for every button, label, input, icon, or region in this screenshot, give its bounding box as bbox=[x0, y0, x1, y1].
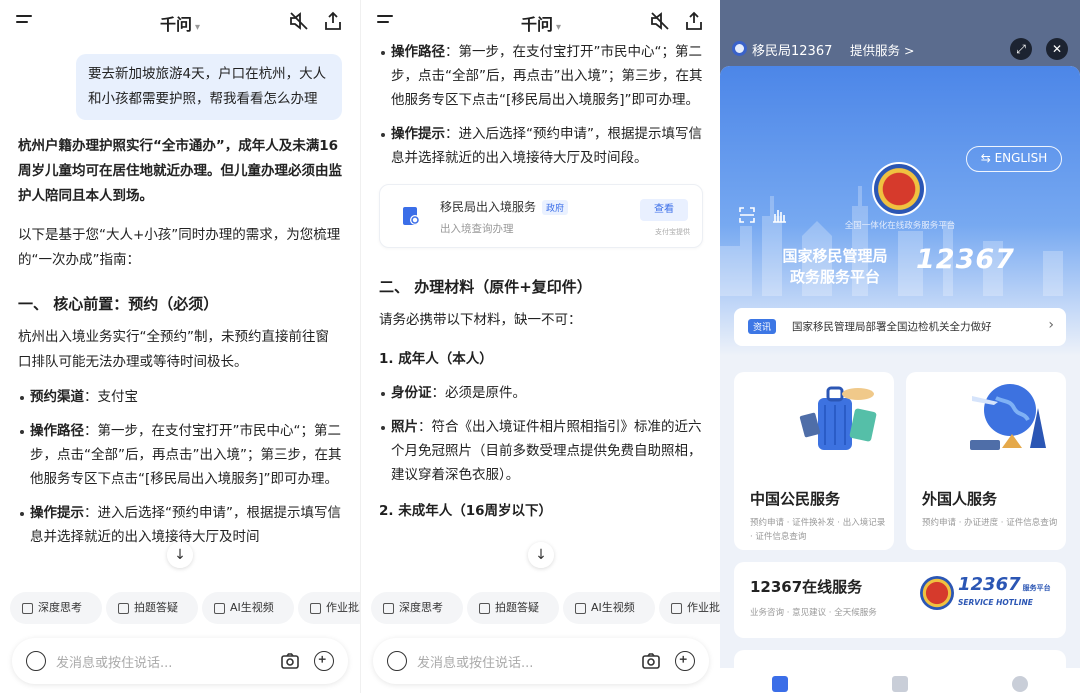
section-heading: 一、 核心前置：预约（必须） bbox=[18, 295, 219, 313]
list-item: 操作提示：进入后选择“预约申请”，根据提示填写信息并选择就近的出入境接待大厅及时… bbox=[361, 122, 720, 170]
foreigner-service-card[interactable]: 外国人服务 预约申请 · 办证进度 · 证件信息查询 bbox=[906, 372, 1066, 550]
chip-homework[interactable]: 作业批改 bbox=[659, 592, 720, 624]
citizen-service-card[interactable]: 中国公民服务 预约申请 · 证件换补发 · 出入境记录 · 证件信息查询 bbox=[734, 372, 894, 550]
hotline-emblem bbox=[920, 576, 954, 610]
sub-heading: 2. 未成年人（16周岁以下） bbox=[379, 503, 553, 519]
section-text: 杭州出入境业务实行“全预约”制，未预约直接前往窗口排队可能无法办理或等待时间极长… bbox=[18, 329, 329, 370]
mini-program-panel: 移民局12367 提供服务 > ⤢ ✕ ⇆ ENGLISH 全国一体化在线政务服… bbox=[720, 0, 1080, 693]
service-card[interactable]: 移民局出入境服务 政府 出入境查询办理 查看 支付宝提供 bbox=[379, 184, 703, 248]
document-icon bbox=[403, 207, 420, 225]
think-icon bbox=[22, 603, 33, 614]
list-item: 身份证：必须是原件。 bbox=[361, 381, 720, 405]
homework-icon bbox=[310, 603, 321, 614]
list-item: 照片：符合《出入境证件相片照相指引》标准的近六个月免冠照片（目前多数受理点提供免… bbox=[361, 415, 720, 487]
luggage-illustration bbox=[799, 386, 877, 450]
chip-photo-question[interactable]: 拍题答疑 bbox=[467, 592, 559, 624]
think-icon bbox=[383, 603, 394, 614]
chip-deep-think[interactable]: 深度思考 bbox=[10, 592, 102, 624]
plus-icon[interactable] bbox=[314, 651, 334, 671]
online-service-card[interactable]: 12367在线服务 业务咨询 · 意见建议 · 全天候服务 12367 服务平台 … bbox=[734, 562, 1066, 638]
video-icon bbox=[575, 603, 586, 614]
chat-scroll[interactable]: 操作路径：第一步，在支付宝打开”市民中心“；第二步，点击“全部”后，再点击”出入… bbox=[361, 36, 720, 584]
hotline-badge-sub: SERVICE HOTLINE bbox=[958, 598, 1033, 607]
list-item: 操作路径：第一步，在支付宝打开”市民中心“；第二步，点击“全部”后，再点击”出入… bbox=[0, 419, 360, 491]
voice-icon[interactable] bbox=[387, 651, 407, 671]
profile-icon[interactable] bbox=[1012, 676, 1028, 692]
card-title: 中国公民服务 bbox=[750, 490, 841, 508]
bottom-nav bbox=[720, 668, 1080, 693]
news-text: 国家移民管理局部署全国边检机关全力做好 bbox=[792, 321, 992, 333]
home-icon[interactable] bbox=[772, 676, 788, 692]
answer-intro-2: 以下是基于您“大人+小孩”同时办理的需求，为您梳理的“一次办成”指南： bbox=[18, 227, 341, 268]
chip-photo-question[interactable]: 拍题答疑 bbox=[106, 592, 198, 624]
hand-icon[interactable] bbox=[770, 206, 788, 224]
expand-icon[interactable]: ⤢ bbox=[1010, 38, 1032, 60]
provide-service-link[interactable]: 提供服务 > bbox=[850, 40, 914, 59]
arrow-down-icon[interactable]: ↓ bbox=[528, 542, 554, 568]
share-icon[interactable] bbox=[322, 10, 344, 32]
arrow-down-icon[interactable]: ↓ bbox=[167, 542, 193, 568]
hotline-badge: 12367 服务平台 bbox=[958, 574, 1051, 595]
provider-label: 支付宝提供 bbox=[655, 228, 690, 236]
emblem-logo bbox=[872, 162, 926, 216]
chip-ai-video[interactable]: AI生视频 bbox=[202, 592, 294, 624]
card-desc: 业务咨询 · 意见建议 · 全天候服务 bbox=[750, 608, 877, 618]
chevron-right-icon: › bbox=[1048, 317, 1054, 333]
homework-icon bbox=[671, 603, 682, 614]
sub-heading: 1. 成年人（本人） bbox=[379, 351, 493, 367]
answer-intro: 杭州户籍办理护照实行“全市通办”，成年人及未满16周岁儿童均可在居住地就近办理。… bbox=[18, 138, 342, 204]
card-desc: 预约申请 · 证件换补发 · 出入境记录 · 证件信息查询 bbox=[750, 518, 886, 542]
list-item: 操作路径：第一步，在支付宝打开”市民中心“；第二步，点击“全部”后，再点击”出入… bbox=[361, 40, 720, 112]
chat-header: 千问 ▾ bbox=[0, 0, 360, 44]
hotline-number: 12367 bbox=[916, 244, 1015, 275]
news-tag: 资讯 bbox=[748, 319, 777, 334]
user-message: 要去新加坡旅游4天，户口在杭州，大人和小孩都需要护照，帮我看看怎么办理 bbox=[76, 54, 342, 120]
card-title: 外国人服务 bbox=[922, 490, 998, 508]
share-icon[interactable] bbox=[683, 10, 705, 32]
chat-panel-2: 千问 ▾ 操作路径：第一步，在支付宝打开”市民中心“；第二步，点击“全部”后，再点… bbox=[360, 0, 720, 693]
message-input-bar[interactable]: 发消息或按住说话... bbox=[373, 638, 709, 684]
camera-icon bbox=[479, 603, 490, 614]
chat-scroll[interactable]: 要去新加坡旅游4天，户口在杭州，大人和小孩都需要护照，帮我看看怎么办理 杭州户籍… bbox=[0, 44, 360, 584]
voice-icon[interactable] bbox=[26, 651, 46, 671]
chip-ai-video[interactable]: AI生视频 bbox=[563, 592, 655, 624]
message-input[interactable]: 发消息或按住说话... bbox=[417, 652, 533, 671]
service-desc: 出入境查询办理 bbox=[440, 223, 514, 235]
message-input[interactable]: 发消息或按住说话... bbox=[56, 652, 172, 671]
globe-illustration bbox=[970, 384, 1046, 450]
platform-title: 国家移民管理局 政务服务平台 bbox=[782, 247, 888, 286]
card-desc: 预约申请 · 办证进度 · 证件信息查询 bbox=[922, 518, 1058, 528]
chip-homework[interactable]: 作业批改 bbox=[298, 592, 360, 624]
camera-icon[interactable] bbox=[280, 651, 300, 671]
video-icon bbox=[214, 603, 225, 614]
mini-program-header: 移民局12367 提供服务 > ⤢ ✕ bbox=[720, 30, 1080, 66]
service-name: 移民局出入境服务 政府 bbox=[440, 198, 569, 215]
plus-icon[interactable] bbox=[675, 651, 695, 671]
english-button[interactable]: ⇆ ENGLISH bbox=[966, 146, 1062, 172]
close-icon[interactable]: ✕ bbox=[1046, 38, 1068, 60]
section-text: 请务必携带以下材料，缺一不可： bbox=[379, 312, 582, 328]
camera-icon[interactable] bbox=[641, 651, 661, 671]
app-name: 移民局12367 bbox=[752, 44, 833, 59]
chat-panel-1: 千问 ▾ 要去新加坡旅游4天，户口在杭州，大人和小孩都需要护照，帮我看看怎么办理 … bbox=[0, 0, 360, 693]
message-input-bar[interactable]: 发消息或按住说话... bbox=[12, 638, 348, 684]
scan-icon[interactable] bbox=[738, 206, 756, 224]
list-item: 预约渠道：支付宝 bbox=[0, 385, 360, 409]
chip-deep-think[interactable]: 深度思考 bbox=[371, 592, 463, 624]
mute-icon[interactable] bbox=[649, 10, 671, 32]
mini-program-body[interactable]: ⇆ ENGLISH 全国一体化在线政务服务平台 国家移民管理局 政务服务平台 1… bbox=[720, 66, 1080, 693]
service-tag: 政府 bbox=[542, 200, 569, 215]
quick-chips: 深度思考 拍题答疑 AI生视频 作业批改 bbox=[0, 592, 360, 626]
camera-icon bbox=[118, 603, 129, 614]
app-logo bbox=[732, 41, 747, 56]
section-heading: 二、 办理材料（原件+复印件） bbox=[379, 278, 592, 296]
quick-chips: 深度思考 拍题答疑 AI生视频 作业批改 bbox=[361, 592, 720, 626]
documents-icon[interactable] bbox=[892, 676, 908, 692]
card-title: 12367在线服务 bbox=[750, 578, 863, 596]
view-button[interactable]: 查看 bbox=[640, 199, 688, 221]
news-bar[interactable]: 资讯 国家移民管理局部署全国边检机关全力做好 › bbox=[734, 308, 1066, 346]
mute-icon[interactable] bbox=[288, 10, 310, 32]
